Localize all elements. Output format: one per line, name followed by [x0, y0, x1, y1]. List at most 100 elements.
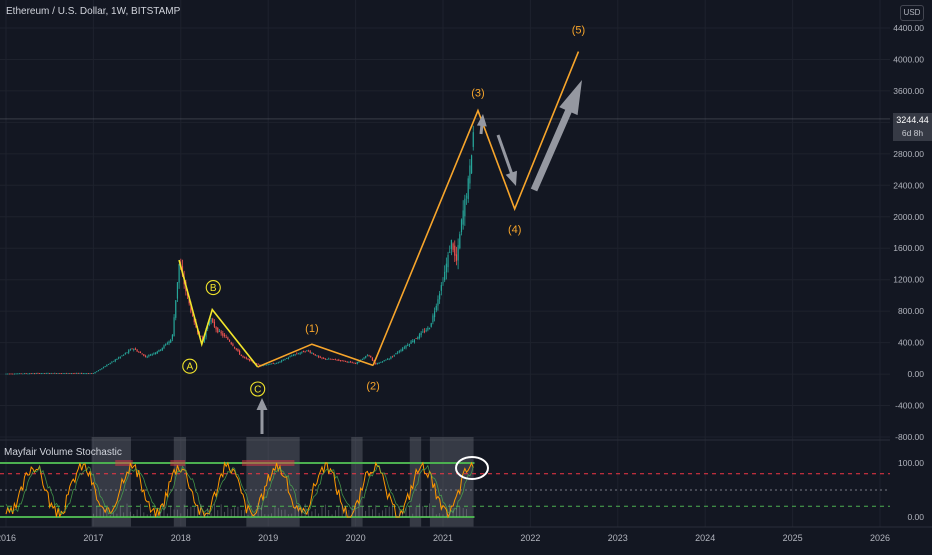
candle-body	[257, 363, 259, 365]
candle-body	[459, 234, 461, 249]
time-tick: 2025	[783, 533, 803, 543]
candle-body	[391, 356, 394, 358]
candle-body	[326, 359, 328, 360]
candle-body	[86, 373, 88, 375]
candle-body	[420, 332, 422, 336]
candle-body	[107, 364, 110, 365]
bar-countdown: 6d 8h	[901, 128, 924, 138]
candle-body	[294, 354, 296, 355]
candle-body	[428, 328, 431, 330]
price-tick: 1200.00	[893, 275, 924, 285]
candle-body	[79, 373, 81, 374]
candle-body	[65, 373, 68, 374]
candle-body	[173, 317, 175, 337]
candle-body	[403, 347, 405, 349]
candle-body	[27, 373, 29, 375]
candle-body	[331, 359, 333, 361]
candle-body	[54, 373, 56, 374]
candle-body	[371, 357, 374, 361]
candle-body	[170, 339, 172, 343]
candle-body	[408, 344, 410, 346]
wave-label-2: (2)	[366, 380, 379, 392]
candle-body	[165, 344, 167, 345]
chart-stage: A B C (1) (2) (3) (4) (5) 4400.00 4000.00 3600.0…	[0, 0, 932, 550]
candle-body	[469, 165, 471, 184]
candle-body	[412, 341, 414, 342]
currency-button[interactable]: USD	[900, 5, 924, 21]
candle-body	[237, 349, 239, 352]
candle-body	[149, 354, 152, 356]
candle-body	[427, 327, 429, 330]
candle-body	[368, 354, 370, 356]
candle-body	[213, 321, 216, 327]
candle-body	[462, 210, 464, 225]
candle-body	[136, 349, 138, 352]
candle-body	[74, 373, 76, 374]
candle-body	[433, 311, 436, 318]
candle-body	[425, 330, 427, 332]
time-tick: 2026	[870, 533, 890, 543]
candle-body	[460, 219, 463, 233]
candle-body	[126, 352, 128, 354]
candle-body	[37, 373, 39, 374]
candle-body	[131, 348, 133, 350]
candle-body	[316, 355, 318, 357]
candle-body	[292, 355, 295, 357]
abc-label-a: A	[186, 362, 193, 373]
candle-body	[417, 337, 419, 340]
indicator-title: Mayfair Volume Stochastic	[4, 447, 122, 458]
candle-body	[18, 373, 21, 375]
candle-body	[447, 254, 449, 268]
osc-shade	[246, 437, 300, 527]
candle-body	[20, 373, 22, 375]
candle-body	[339, 360, 342, 361]
candle-body	[341, 360, 343, 362]
candle-body	[281, 360, 283, 362]
price-candles	[5, 125, 474, 375]
candle-body	[228, 339, 231, 342]
candle-body	[70, 373, 73, 375]
candle-body	[336, 359, 338, 361]
candle-body	[178, 263, 180, 283]
candle-body	[291, 355, 293, 357]
abc-label-c: C	[254, 384, 261, 395]
candle-body	[28, 373, 31, 375]
candle-body	[265, 364, 268, 366]
candle-body	[276, 362, 278, 364]
candle-body	[144, 355, 147, 357]
price-axis: 4400.004000.003600.003200.002800.002400.…	[890, 0, 932, 550]
candle-body	[82, 373, 84, 375]
candle-body	[381, 361, 384, 363]
wave-label-1: (1)	[305, 323, 318, 335]
candle-body	[457, 245, 459, 261]
candle-body	[328, 358, 330, 360]
candle-body	[106, 364, 108, 367]
osc-red-band	[241, 460, 295, 466]
candle-body	[247, 358, 249, 360]
candle-body	[128, 350, 130, 353]
candle-body	[233, 346, 236, 348]
down-arrow-icon	[496, 134, 517, 186]
candle-body	[355, 363, 357, 365]
candle-body	[146, 356, 148, 358]
candle-body	[232, 344, 234, 347]
candle-body	[89, 373, 91, 375]
candle-body	[99, 369, 101, 371]
candle-body	[437, 299, 439, 306]
candle-body	[91, 373, 93, 374]
wave-label-5: (5)	[572, 25, 585, 37]
candle-body	[361, 359, 363, 361]
candle-body	[454, 245, 456, 256]
candle-body	[121, 355, 123, 357]
candle-body	[418, 334, 421, 339]
candle-body	[346, 361, 348, 363]
candle-body	[304, 351, 306, 353]
candle-body	[464, 198, 466, 217]
candle-body	[217, 327, 219, 333]
candle-body	[432, 315, 434, 323]
candle-body	[7, 373, 9, 375]
candle-body	[380, 361, 382, 363]
candle-body	[10, 373, 12, 375]
candle-body	[376, 363, 379, 365]
price-tick: 3600.00	[893, 86, 924, 96]
